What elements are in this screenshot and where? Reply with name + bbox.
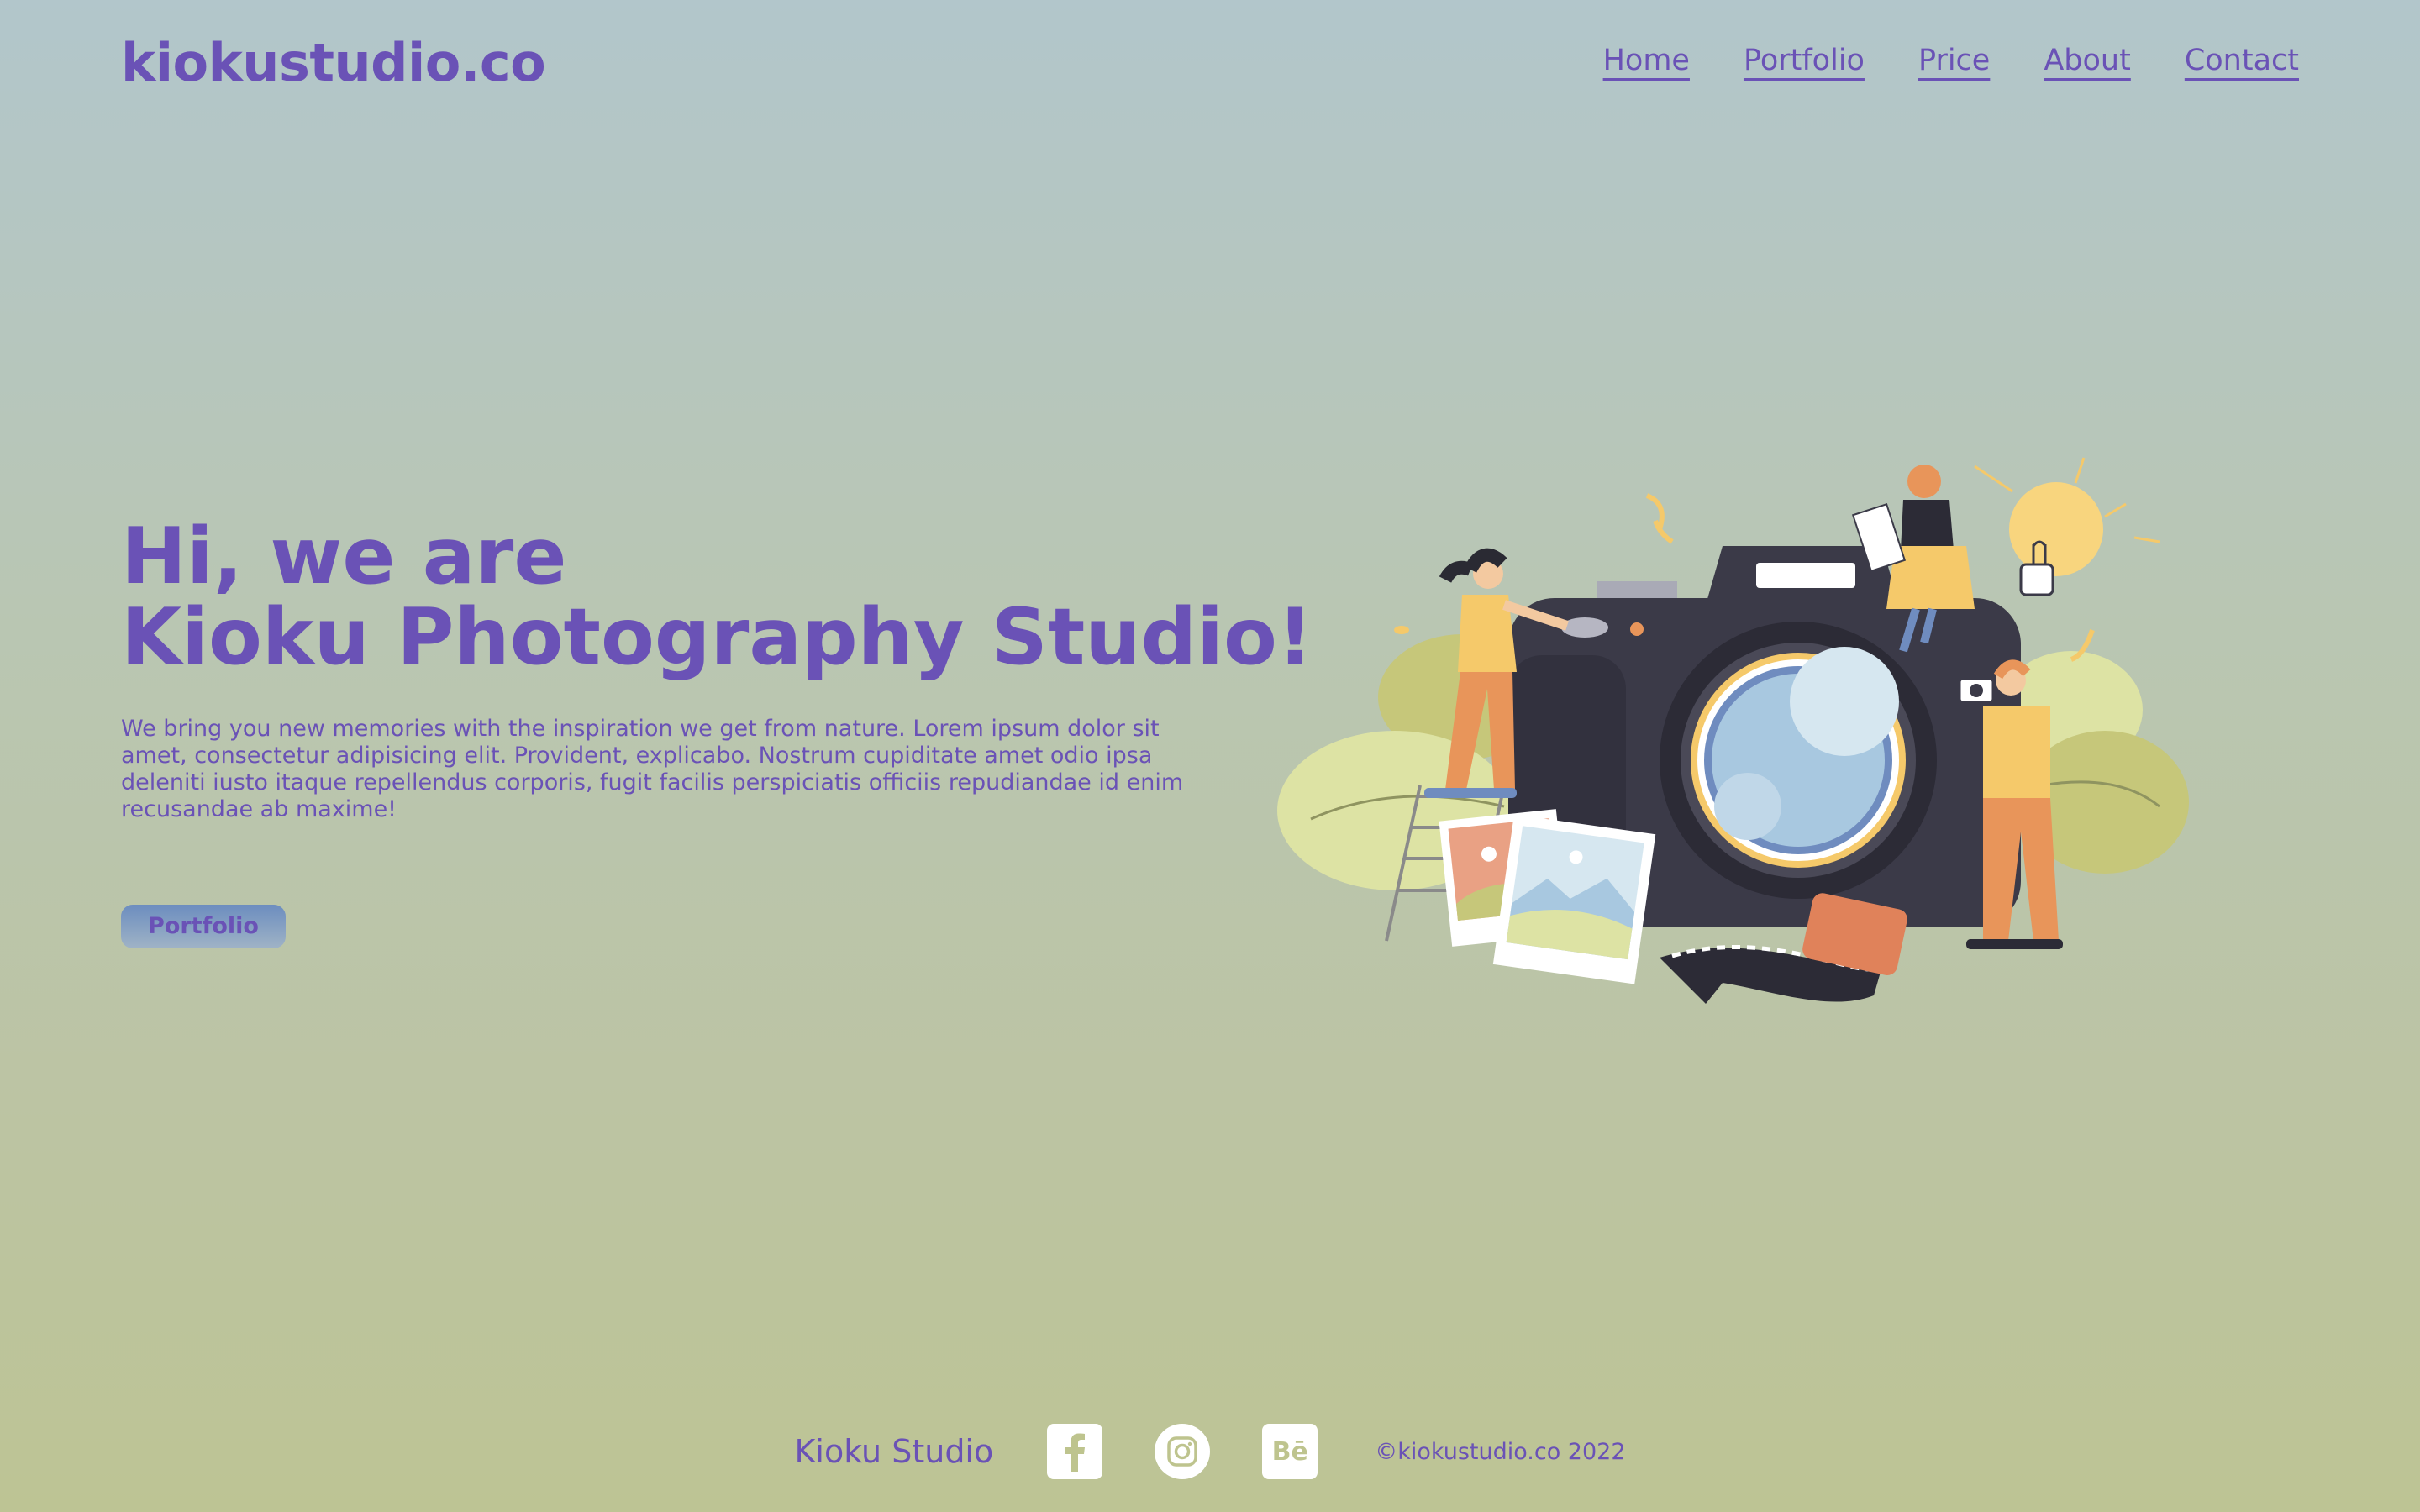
girl-ladder-shoes [1424, 788, 1517, 798]
behance-glyph: Bē [1271, 1436, 1308, 1467]
lens-reflection-small [1714, 773, 1781, 840]
man-shirt [1983, 706, 2050, 798]
footer: Kioku Studio Bē ©kiokustudio.co 2022 [0, 1424, 2420, 1479]
portfolio-button[interactable]: Portfolio [121, 905, 286, 948]
lightbulb-icon [2009, 482, 2103, 576]
footer-copyright: ©kiokustudio.co 2022 [1375, 1438, 1626, 1465]
facebook-glyph [1065, 1433, 1086, 1472]
shutter-button [1561, 617, 1608, 638]
lens-reflection [1790, 647, 1899, 756]
nav-about-link[interactable]: About [2044, 44, 2130, 77]
hero-title: Hi, we are Kioku Photography Studio! [121, 516, 1313, 677]
hero-title-line-2: Kioku Photography Studio! [121, 591, 1313, 682]
footer-brand: Kioku Studio [794, 1433, 994, 1470]
site-logo[interactable]: kiokustudio.co [121, 32, 546, 93]
nav-home-link[interactable]: Home [1603, 44, 1690, 77]
sparkle-left [1645, 493, 1674, 544]
facebook-icon[interactable] [1047, 1424, 1103, 1479]
man-shoes [1966, 939, 2063, 949]
girl-sitting-top [1901, 500, 1954, 550]
main-nav: Home Portfolio Price About Contact [1603, 44, 2299, 77]
nav-portfolio-link[interactable]: Portfolio [1744, 44, 1865, 77]
girl-sitting-head [1907, 465, 1941, 498]
hero-title-line-1: Hi, we are [121, 511, 567, 601]
instagram-glyph [1167, 1436, 1197, 1467]
man-camera-lens [1970, 684, 1983, 697]
photo-mountains [1492, 814, 1656, 984]
nav-price-link[interactable]: Price [1918, 44, 1990, 77]
sparkle-small [1394, 626, 1409, 634]
instagram-icon[interactable] [1155, 1424, 1211, 1479]
behance-icon[interactable]: Bē [1262, 1424, 1318, 1479]
camera-illustration [1277, 457, 2189, 1004]
camera-flash [1756, 563, 1855, 588]
nav-contact-link[interactable]: Contact [2185, 44, 2299, 77]
hero-description: We bring you new memories with the inspi… [121, 716, 1184, 822]
lightbulb-base [2019, 563, 2054, 596]
camera-button [1630, 622, 1644, 636]
